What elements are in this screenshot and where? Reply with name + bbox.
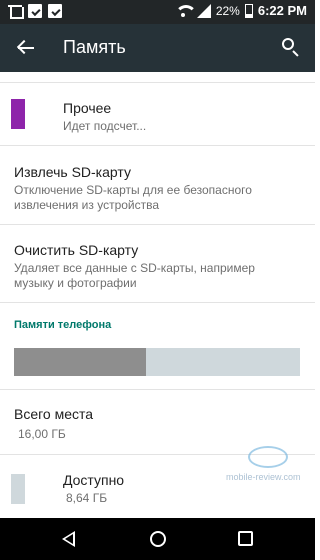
clock: 6:22 PM — [257, 3, 307, 18]
unmount-sd-card-description-2: извлечения из устройства — [14, 198, 160, 212]
page-title: Память — [63, 37, 126, 57]
storage-usage-bar — [14, 348, 300, 376]
arrow-back-icon[interactable] — [16, 38, 36, 58]
erase-sd-card-item[interactable]: Очистить SD-карту Удаляет все данные с S… — [0, 236, 315, 292]
available-label: Доступно — [63, 472, 125, 488]
storage-item-other[interactable]: Прочее Идет подсчет... — [0, 92, 315, 142]
erase-sd-card-description-2: музыку и фотографии — [14, 276, 137, 290]
unmount-sd-card-title: Извлечь SD-карту — [14, 164, 131, 180]
nav-back-icon[interactable] — [62, 531, 75, 547]
storage-used-segment — [14, 348, 146, 376]
divider — [0, 224, 315, 225]
storage-item-label: Прочее — [63, 100, 112, 116]
notification-icons — [8, 4, 62, 19]
erase-sd-card-description-1: Удаляет все данные с SD-карты, например — [14, 261, 255, 275]
search-icon[interactable] — [280, 36, 302, 58]
erase-sd-card-title: Очистить SD-карту — [14, 242, 139, 258]
divider — [0, 82, 315, 83]
trash-icon — [8, 4, 24, 19]
divider — [0, 145, 315, 146]
clipboard-check-icon — [48, 4, 62, 18]
status-bar: 22% 6:22 PM — [0, 0, 315, 24]
total-space-item: Всего места 16,00 ГБ — [0, 400, 315, 448]
section-header-phone-memory: Памяти телефона — [14, 319, 112, 331]
clipboard-check-icon — [28, 4, 42, 18]
divider — [0, 389, 315, 390]
watermark-logo-icon — [248, 446, 288, 468]
watermark: mobile-review.com — [226, 446, 302, 486]
signal-icon — [196, 3, 211, 18]
unmount-sd-card-description-1: Отключение SD-карты для ее безопасного — [14, 183, 252, 197]
wifi-icon — [174, 4, 197, 18]
nav-recent-apps-icon[interactable] — [238, 531, 253, 546]
legend-color-available — [11, 474, 25, 504]
total-space-value: 16,00 ГБ — [18, 427, 66, 441]
app-bar: Память — [0, 24, 315, 72]
battery-icon — [244, 3, 253, 18]
status-indicators: 22% 6:22 PM — [174, 3, 307, 18]
divider — [0, 302, 315, 303]
legend-color-other — [11, 99, 25, 129]
unmount-sd-card-item[interactable]: Извлечь SD-карту Отключение SD-карты для… — [0, 158, 315, 214]
nav-home-icon[interactable] — [150, 531, 166, 547]
storage-item-detail: Идет подсчет... — [63, 119, 147, 133]
watermark-text: mobile-review.com — [226, 472, 301, 482]
battery-percent: 22% — [215, 3, 240, 18]
total-space-label: Всего места — [14, 406, 94, 422]
navigation-bar — [0, 518, 315, 560]
available-value: 8,64 ГБ — [66, 491, 108, 505]
